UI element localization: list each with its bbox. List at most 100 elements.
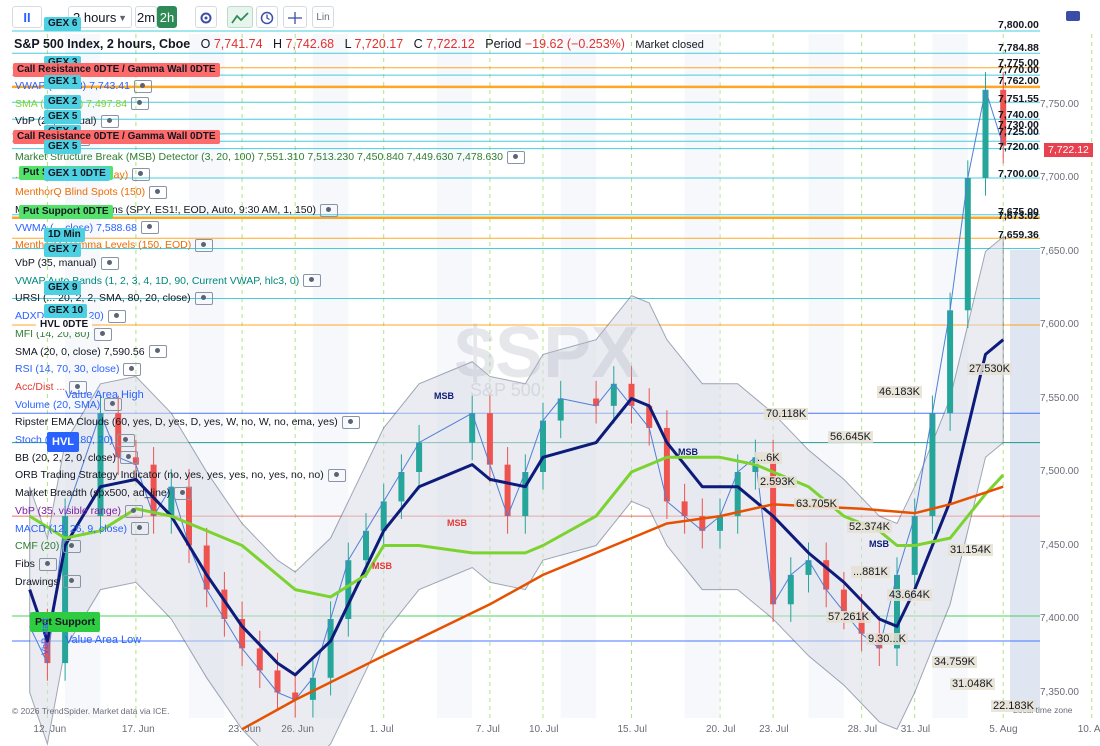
chart-type-icon[interactable] — [227, 6, 253, 28]
indicator-legend-item[interactable]: VbP (35, manual) — [15, 256, 119, 270]
y-axis-tick: 7,350.00 — [1040, 686, 1079, 698]
volume-profile-label: 22.183K — [991, 700, 1036, 712]
volume-profile-label: ...881K — [851, 566, 890, 578]
eye-icon[interactable] — [100, 256, 119, 270]
eye-icon[interactable] — [107, 309, 126, 323]
pause-button[interactable]: II — [12, 6, 42, 28]
x-axis-tick: 5. Aug — [989, 724, 1018, 735]
eye-icon[interactable] — [125, 504, 144, 518]
level-tag: GEX 5 — [44, 110, 82, 124]
level-tag: HVL 0DTE — [36, 318, 93, 332]
indicator-label: VbP (35, manual) — [15, 257, 97, 269]
indicator-legend-item[interactable]: BB (20, 2, 2, 0, close) — [15, 451, 138, 465]
eye-icon[interactable] — [149, 185, 168, 199]
indicator-legend-item[interactable]: Fibs — [15, 557, 57, 571]
eye-icon[interactable] — [194, 292, 213, 306]
volume-profile-label: 52.374K — [847, 521, 892, 533]
price-level-label: 7,784.88 — [998, 42, 1039, 54]
crosshair-icon[interactable] — [283, 6, 307, 28]
eye-icon[interactable] — [93, 327, 112, 341]
level-tag: GEX 6 — [44, 17, 82, 31]
level-tag: GEX 2 — [44, 95, 82, 109]
indicator-legend-item[interactable]: SMA (20, 0, close) 7,590.56 — [15, 345, 167, 359]
x-axis-tick: 1. Jul — [369, 724, 394, 735]
y-axis-tick: 7,450.00 — [1040, 539, 1079, 551]
candle-body — [203, 545, 210, 590]
indicator-legend-item[interactable]: Market Structure Break (MSB) Detector (3… — [15, 150, 525, 164]
eye-icon[interactable] — [148, 345, 167, 359]
indicator-label: SMA (20, 0, close) 7,590.56 — [15, 345, 145, 358]
eye-icon[interactable] — [174, 486, 193, 500]
level-tag: 1D Min — [44, 228, 85, 242]
period-label: Period — [485, 37, 522, 51]
volume-profile-label: 9.30...K — [866, 633, 908, 645]
vbp-start-label: VbP start — [40, 618, 50, 655]
eye-icon[interactable] — [195, 239, 214, 253]
eye-icon[interactable] — [132, 168, 151, 182]
candle-body — [734, 472, 741, 517]
price-level-label: 7,800.00 — [998, 19, 1039, 31]
candle-body — [593, 398, 600, 406]
camera-icon[interactable] — [1066, 11, 1080, 21]
indicator-legend-item[interactable]: Drawings — [15, 575, 81, 589]
eye-icon[interactable] — [100, 115, 119, 129]
eye-icon[interactable] — [62, 575, 81, 589]
indicator-legend-item[interactable]: CMF (20) — [15, 539, 82, 553]
msb-label: MSB — [372, 561, 392, 571]
indicator-legend-item[interactable]: Market Breadth (spx500, ad_line) — [15, 486, 193, 500]
eye-icon[interactable] — [303, 274, 322, 288]
indicator-label: Market Breadth (spx500, ad_line) — [15, 487, 171, 500]
volume-profile-label: 2.593K — [758, 476, 797, 488]
candle-body — [469, 413, 476, 443]
toolbar: II 2 hours ▼ 2m 2h Lin — [0, 0, 1100, 34]
eye-icon[interactable] — [123, 362, 142, 376]
eye-icon[interactable] — [506, 150, 525, 164]
indicator-legend-item[interactable]: VWAP (... hlc3) 7,743.41 — [15, 79, 152, 93]
price-level-label: 7,751.55 — [998, 93, 1039, 105]
eye-icon[interactable] — [140, 221, 159, 235]
x-axis-tick: 17. Jun — [121, 724, 155, 735]
interval-2h-button[interactable]: 2h — [157, 6, 177, 28]
eye-icon[interactable] — [131, 522, 150, 536]
indicator-legend-item[interactable]: VbP (35, visible range) — [15, 504, 144, 518]
price-level-label: 7,725.00 — [998, 126, 1039, 138]
eye-icon[interactable] — [327, 469, 346, 483]
interval-2m-button[interactable]: 2m — [135, 6, 157, 28]
chart-stage[interactable]: II 2 hours ▼ 2m 2h Lin S&P 500 Index, 2 h… — [0, 0, 1100, 746]
gear-icon[interactable] — [195, 6, 217, 28]
y-axis-tick: 7,750.00 — [1040, 98, 1079, 110]
footer-copyright: © 2026 TrendSpider. Market data via ICE. — [12, 706, 170, 716]
indicator-legend-item[interactable]: Ripster EMA Clouds (60, yes, D, yes, D, … — [15, 415, 360, 430]
indicator-legend-item[interactable]: RSI (14, 70, 30, close) — [15, 362, 142, 376]
indicator-legend-item[interactable]: MACD (12, 26, 9, close) — [15, 522, 150, 536]
high-value: 7,742.68 — [285, 37, 335, 51]
indicator-legend-item[interactable]: VWMA (... close) 7,588.68 — [15, 221, 159, 235]
eye-icon[interactable] — [38, 557, 57, 571]
msb-label: MSB — [434, 391, 454, 401]
level-tag: HVL — [47, 432, 79, 452]
x-axis-tick: 28. Jul — [847, 724, 878, 735]
volume-profile-label: 31.154K — [948, 544, 993, 556]
indicator-legend-item[interactable]: SMA (... close) 7,497.84 — [15, 97, 150, 111]
volume-profile-label: 31.048K — [950, 678, 995, 690]
scale-lin-button[interactable]: Lin — [312, 6, 334, 28]
x-axis-tick: 10. Aug — [1077, 724, 1100, 735]
eye-icon[interactable] — [131, 97, 150, 111]
chart-header: S&P 500 Index, 2 hours, Cboe O 7,741.74 … — [14, 37, 704, 51]
indicator-legend-item[interactable]: ORB Trading Strategy Indicator (no, yes,… — [15, 468, 346, 483]
eye-icon[interactable] — [119, 451, 138, 465]
open-value: 7,741.74 — [213, 37, 263, 51]
low-value: 7,720.17 — [354, 37, 404, 51]
candle-body — [504, 464, 511, 517]
eye-icon[interactable] — [133, 79, 152, 93]
candle-body — [929, 413, 936, 517]
eye-icon[interactable] — [319, 203, 338, 217]
candle-body — [982, 89, 989, 178]
indicator-legend-item[interactable]: MenthorQ Blind Spots (150) — [15, 185, 168, 199]
close-value: 7,722.12 — [426, 37, 475, 51]
clock-icon[interactable] — [256, 6, 278, 28]
eye-icon[interactable] — [117, 433, 136, 447]
indicator-label: Ripster EMA Clouds (60, yes, D, yes, D, … — [15, 416, 338, 429]
eye-icon[interactable] — [341, 416, 360, 430]
eye-icon[interactable] — [63, 539, 82, 553]
